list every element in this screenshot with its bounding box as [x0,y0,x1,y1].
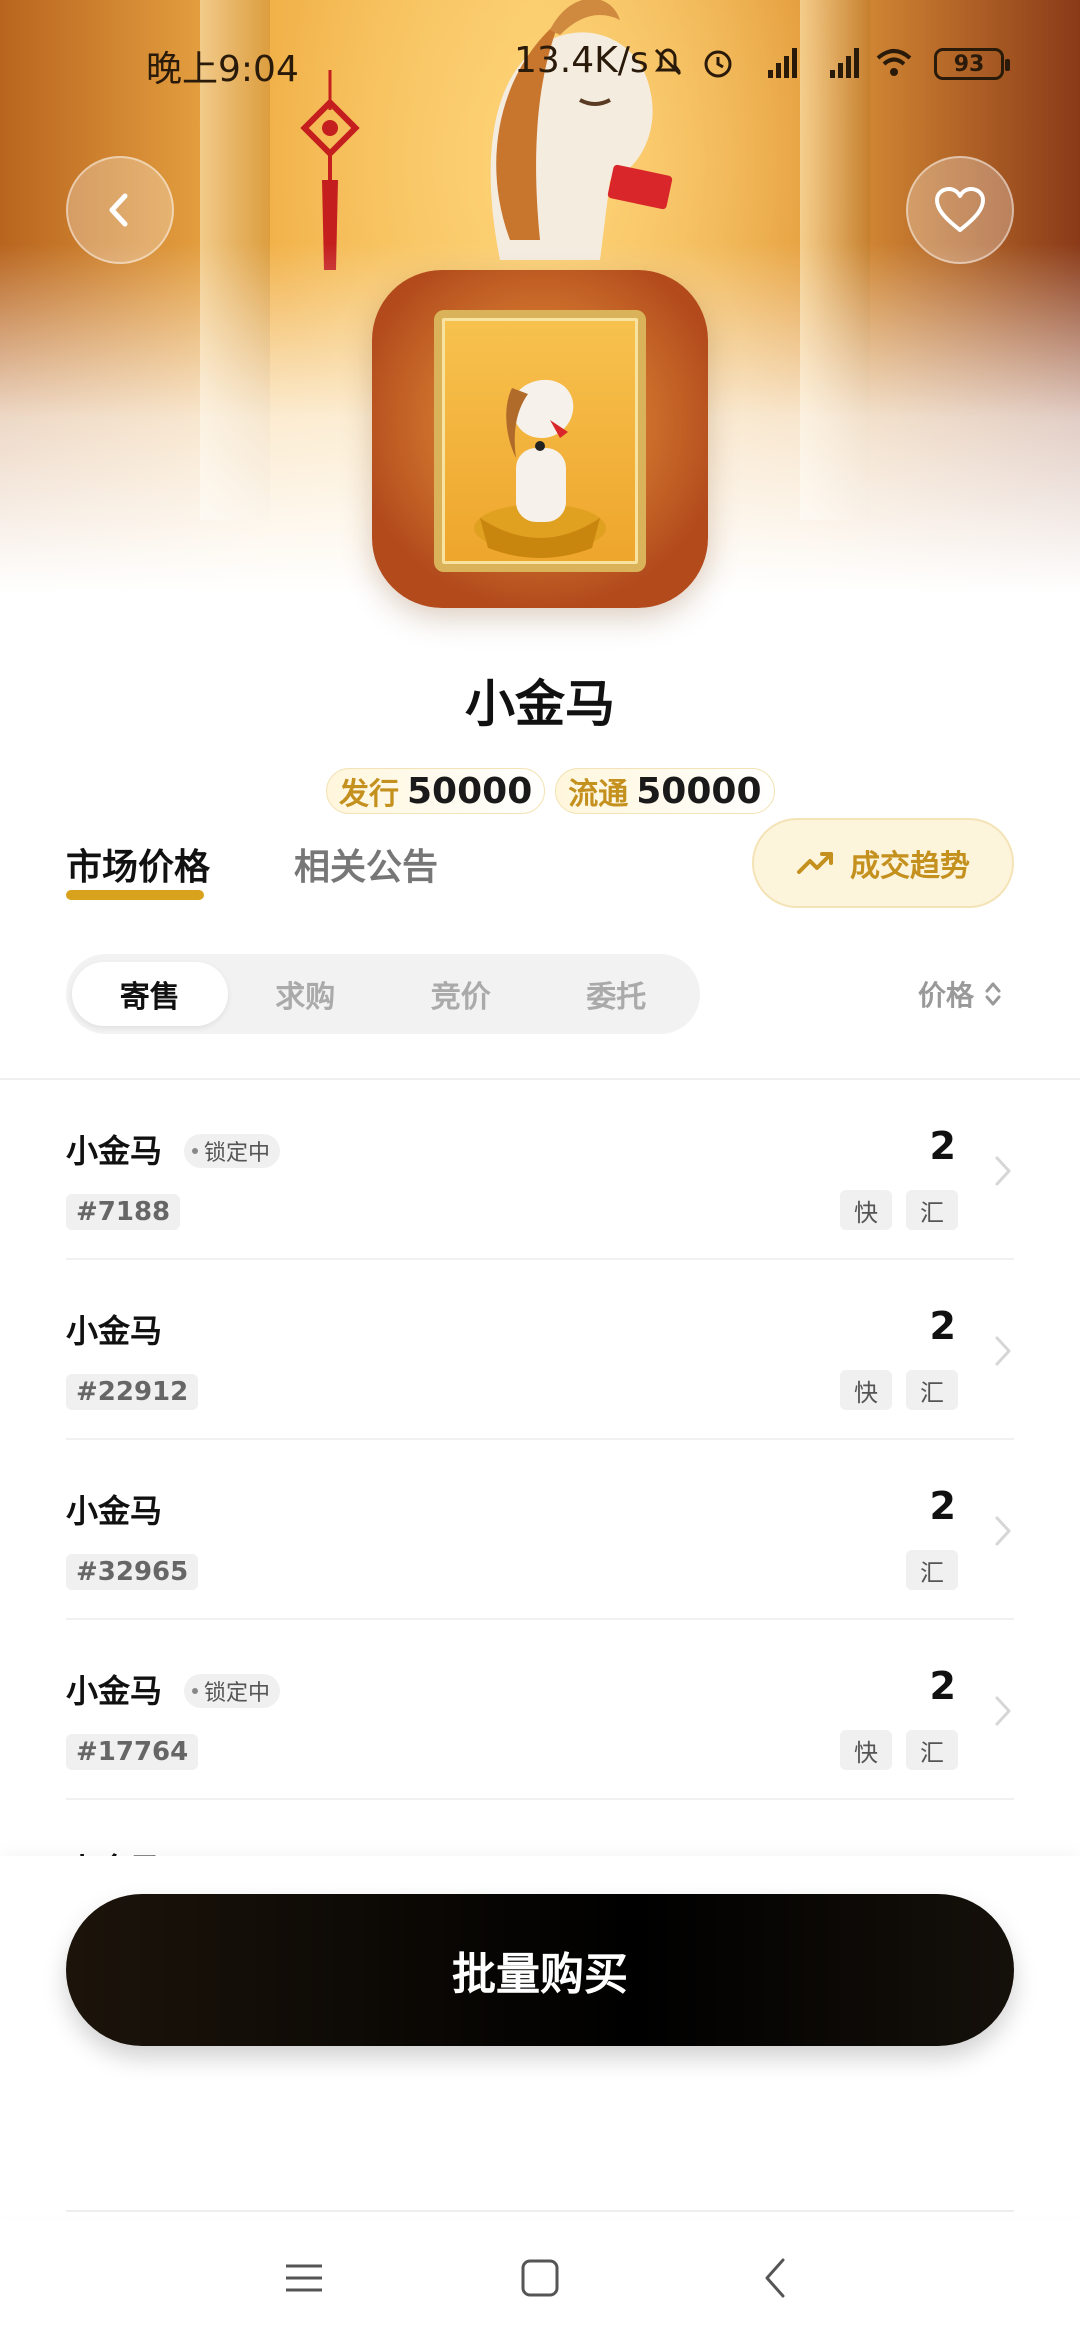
segment-wanted[interactable]: 求购 [228,962,384,1026]
listing-row[interactable]: 小金马 锁定中 #17764 2 快 汇 [66,1620,1014,1800]
product-image [372,270,708,608]
listing-price: 2 [929,1664,956,1708]
locked-label: 锁定中 [204,1681,271,1706]
heart-icon [935,187,985,232]
tag-hui: 汇 [906,1550,958,1590]
segment-entrust[interactable]: 委托 [539,962,695,1026]
chevron-right-icon [995,1336,1011,1366]
tag-fast: 快 [840,1190,892,1230]
mute-bell-icon [654,48,682,76]
supply-stats: 发行 50000 流通 50000 [326,768,775,814]
circulation-value: 50000 [636,770,762,812]
serial-number: #32965 [66,1554,199,1590]
favorite-button[interactable] [906,156,1014,264]
listing-row[interactable]: 小金马 #32965 2 汇 [66,1440,1014,1620]
issued-stat: 发行 50000 [326,768,546,814]
listing-name: 小金马 [66,1312,163,1350]
listing-list: 小金马 锁定中 #7188 2 快 汇 小金马 #22912 2 快 汇 小金马… [66,1080,1014,1800]
circulation-stat: 流通 50000 [555,768,775,814]
tab-underline [66,890,204,900]
chevron-right-icon [995,1156,1011,1186]
listing-name: 小金马 [66,1672,163,1710]
signal-hd-icon [768,48,797,78]
tag-fast: 快 [840,1370,892,1410]
trade-trend-label: 成交趋势 [850,849,970,884]
listing-tags: 快 汇 [840,1730,958,1770]
listing-type-segmented: 寄售 求购 竞价 委托 [66,954,700,1034]
listing-tags: 汇 [906,1550,958,1590]
status-dot [192,1148,198,1154]
serial-number: #7188 [66,1194,181,1230]
wifi-icon [876,49,912,76]
listing-tags: 快 汇 [840,1190,958,1230]
product-title: 小金马 [465,675,615,733]
trade-trend-button[interactable]: 成交趋势 [752,818,1014,908]
listing-name-partial: 小金马 [66,1840,166,1856]
chevron-right-icon [995,1516,1011,1546]
listing-row[interactable]: 小金马 锁定中 #7188 2 快 汇 [66,1080,1014,1260]
nav-back-button[interactable] [746,2248,806,2308]
status-dot [192,1688,198,1694]
listing-row[interactable]: 小金马 #22912 2 快 汇 [66,1260,1014,1440]
locked-label: 锁定中 [204,1141,271,1166]
tag-hui: 汇 [906,1190,958,1230]
status-bar: 晚上9:04 13.4K/s 93 [0,0,1080,130]
locked-badge: 锁定中 [184,1134,281,1168]
system-navigation-bar [0,2212,1080,2340]
serial-number: #22912 [66,1374,199,1410]
locked-badge: 锁定中 [184,1674,281,1708]
listing-price: 2 [929,1484,956,1528]
sort-label: 价格 [918,979,975,1012]
alarm-icon [704,50,732,78]
status-icons [650,44,914,80]
listing-price: 2 [929,1304,956,1348]
listing-name: 小金马 [66,1492,163,1530]
tag-hui: 汇 [906,1370,958,1410]
price-sort-button[interactable]: 价格 [918,974,1002,1014]
serial-number: #17764 [66,1734,199,1770]
tab-market-price[interactable]: 市场价格 [66,838,210,890]
tag-fast: 快 [840,1730,892,1770]
collectible-card [434,310,646,572]
issued-value: 50000 [407,770,533,812]
segment-consign[interactable]: 寄售 [72,962,228,1026]
back-button[interactable] [66,156,174,264]
chevron-left-icon [765,2258,785,2298]
signal-icon [830,48,859,78]
golden-horse-illustration [474,379,606,558]
status-time: 晚上9:04 [146,49,299,90]
nav-recents-button[interactable] [274,2248,334,2308]
bulk-buy-button[interactable]: 批量购买 [66,1894,1014,2046]
sort-icon [985,982,1001,1006]
segment-auction[interactable]: 竞价 [383,962,539,1026]
chevron-right-icon [995,1696,1011,1726]
circulation-label: 流通 [568,777,629,812]
listing-price: 2 [929,1124,956,1168]
menu-icon [286,2264,322,2292]
listing-tags: 快 汇 [840,1370,958,1410]
home-square-icon [521,2259,559,2297]
chevron-left-icon [109,193,128,227]
listing-name: 小金马 [66,1132,163,1170]
nav-home-button[interactable] [510,2248,570,2308]
network-speed: 13.4K/s [514,40,649,81]
issued-label: 发行 [339,777,399,812]
tab-announcements[interactable]: 相关公告 [294,838,438,890]
battery-indicator: 93 [934,48,1010,80]
tag-hui: 汇 [906,1730,958,1770]
trending-up-icon [797,852,833,874]
